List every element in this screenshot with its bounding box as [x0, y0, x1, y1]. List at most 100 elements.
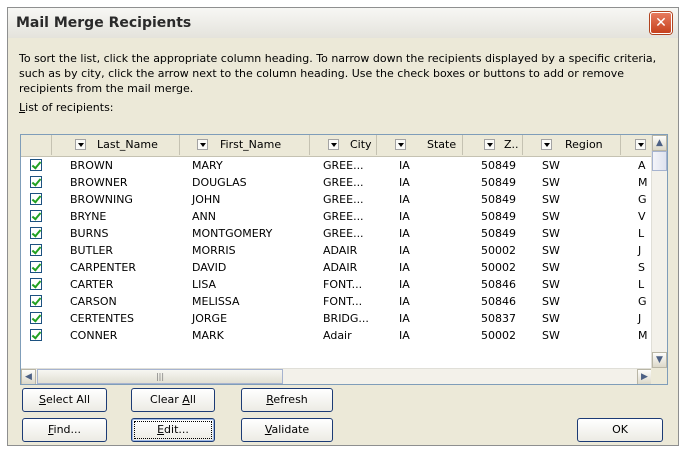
- cell-region: SW: [542, 176, 560, 189]
- cell-state: IA: [399, 193, 410, 206]
- cell-state: IA: [399, 159, 410, 172]
- table-row[interactable]: CARPENTER DAVID ADAIR IA 50002 SW S: [21, 259, 653, 276]
- close-button[interactable]: ✕: [650, 12, 672, 34]
- zip-filter-dropdown-icon[interactable]: [484, 139, 495, 150]
- cell-last: BUTLER: [70, 244, 114, 257]
- select-all-button[interactable]: Select All: [22, 388, 107, 412]
- arrow-up-icon: ▲: [656, 138, 663, 148]
- cell-city: ADAIR: [323, 244, 358, 257]
- cell-extra: M: [638, 176, 648, 189]
- cell-first: LISA: [192, 278, 217, 291]
- last-name-filter-dropdown-icon[interactable]: [75, 139, 86, 150]
- cell-region: SW: [542, 329, 560, 342]
- cell-state: IA: [399, 210, 410, 223]
- table-row[interactable]: BROWN MARY GREE... IA 50849 SW A: [21, 157, 653, 174]
- cell-zip: 50849: [481, 176, 516, 189]
- header-last-name[interactable]: Last_Name: [52, 135, 180, 155]
- table-row[interactable]: BROWNER DOUGLAS GREE... IA 50849 SW M: [21, 174, 653, 191]
- include-recipient-checkbox[interactable]: [30, 210, 42, 222]
- cell-last: BROWNER: [70, 176, 128, 189]
- ok-button[interactable]: OK: [577, 418, 663, 442]
- table-row[interactable]: CARTER LISA FONT... IA 50846 SW L: [21, 276, 653, 293]
- cell-last: CARTER: [70, 278, 114, 291]
- instructions-text: To sort the list, click the appropriate …: [19, 52, 657, 95]
- include-recipient-checkbox[interactable]: [30, 278, 42, 290]
- table-row[interactable]: CONNER MARK Adair IA 50002 SW M: [21, 327, 653, 344]
- header-zip[interactable]: Z..: [463, 135, 523, 155]
- cell-first: DOUGLAS: [192, 176, 247, 189]
- header-region[interactable]: Region: [523, 135, 621, 155]
- state-filter-dropdown-icon[interactable]: [395, 139, 406, 150]
- cell-region: SW: [542, 244, 560, 257]
- cell-zip: 50849: [481, 159, 516, 172]
- cell-last: CARSON: [70, 295, 117, 308]
- cell-extra: J: [638, 244, 642, 257]
- first-name-filter-dropdown-icon[interactable]: [197, 139, 208, 150]
- table-row[interactable]: CERTENTES JORGE BRIDG... IA 50837 SW J: [21, 310, 653, 327]
- cell-zip: 50849: [481, 210, 516, 223]
- header-city[interactable]: City: [310, 135, 377, 155]
- cell-last: BRYNE: [70, 210, 107, 223]
- cell-city: FONT...: [323, 278, 363, 291]
- cell-first: MELISSA: [192, 295, 240, 308]
- include-recipient-checkbox[interactable]: [30, 329, 42, 341]
- cell-city: FONT...: [323, 295, 363, 308]
- cell-city: BRIDG...: [323, 312, 369, 325]
- scroll-down-button[interactable]: ▼: [652, 352, 667, 368]
- cell-first: JORGE: [192, 312, 228, 325]
- include-recipient-checkbox[interactable]: [30, 261, 42, 273]
- cell-region: SW: [542, 227, 560, 240]
- cell-last: BROWN: [70, 159, 113, 172]
- cell-city: GREE...: [323, 193, 364, 206]
- clear-all-button[interactable]: Clear All: [131, 388, 215, 412]
- mail-merge-recipients-dialog: Mail Merge Recipients ✕ To sort the list…: [7, 7, 679, 446]
- cell-city: GREE...: [323, 227, 364, 240]
- cell-extra: G: [638, 295, 647, 308]
- find-button[interactable]: Find...: [22, 418, 107, 442]
- recipients-list[interactable]: Last_Name First_Name City State Z.. Regi…: [20, 134, 668, 385]
- vertical-scrollbar[interactable]: ▲ ▼: [651, 135, 667, 368]
- cell-extra: G: [638, 193, 647, 206]
- city-filter-dropdown-icon[interactable]: [328, 139, 339, 150]
- vertical-scroll-thumb[interactable]: [652, 151, 667, 171]
- extra-filter-dropdown-icon[interactable]: [635, 139, 646, 150]
- cell-zip: 50846: [481, 278, 516, 291]
- cell-state: IA: [399, 295, 410, 308]
- include-recipient-checkbox[interactable]: [30, 176, 42, 188]
- arrow-left-icon: ◀: [25, 372, 32, 382]
- list-of-recipients-label: List of recipients:: [19, 101, 114, 114]
- cell-first: MARK: [192, 329, 224, 342]
- cell-zip: 50002: [481, 261, 516, 274]
- include-recipient-checkbox[interactable]: [30, 227, 42, 239]
- cell-city: Adair: [323, 329, 352, 342]
- cell-region: SW: [542, 193, 560, 206]
- table-row[interactable]: CARSON MELISSA FONT... IA 50846 SW G: [21, 293, 653, 310]
- include-recipient-checkbox[interactable]: [30, 312, 42, 324]
- scroll-left-button[interactable]: ◀: [21, 369, 36, 384]
- include-recipient-checkbox[interactable]: [30, 193, 42, 205]
- validate-button[interactable]: Validate: [241, 418, 333, 442]
- cell-extra: L: [638, 227, 645, 240]
- include-recipient-checkbox[interactable]: [30, 244, 42, 256]
- cell-zip: 50002: [481, 244, 516, 257]
- horizontal-scrollbar[interactable]: ◀ ||| ▶: [21, 368, 653, 384]
- table-row[interactable]: BROWNING JOHN GREE... IA 50849 SW G: [21, 191, 653, 208]
- table-row[interactable]: BUTLER MORRIS ADAIR IA 50002 SW J: [21, 242, 653, 259]
- cell-last: CARPENTER: [70, 261, 136, 274]
- refresh-button[interactable]: Refresh: [241, 388, 333, 412]
- header-state[interactable]: State: [377, 135, 463, 155]
- scroll-right-button[interactable]: ▶: [637, 369, 652, 384]
- include-recipient-checkbox[interactable]: [30, 159, 42, 171]
- edit-button[interactable]: Edit...: [131, 418, 215, 442]
- include-recipient-checkbox[interactable]: [30, 295, 42, 307]
- table-row[interactable]: BRYNE ANN GREE... IA 50849 SW V: [21, 208, 653, 225]
- header-first-name[interactable]: First_Name: [180, 135, 310, 155]
- horizontal-scroll-thumb[interactable]: |||: [37, 369, 283, 384]
- table-row[interactable]: BURNS MONTGOMERY GREE... IA 50849 SW L: [21, 225, 653, 242]
- arrow-down-icon: ▼: [656, 355, 663, 365]
- cell-city: GREE...: [323, 159, 364, 172]
- header-checkbox-column: [21, 135, 52, 155]
- region-filter-dropdown-icon[interactable]: [541, 139, 552, 150]
- scroll-up-button[interactable]: ▲: [652, 135, 667, 151]
- header-extra[interactable]: [621, 135, 653, 155]
